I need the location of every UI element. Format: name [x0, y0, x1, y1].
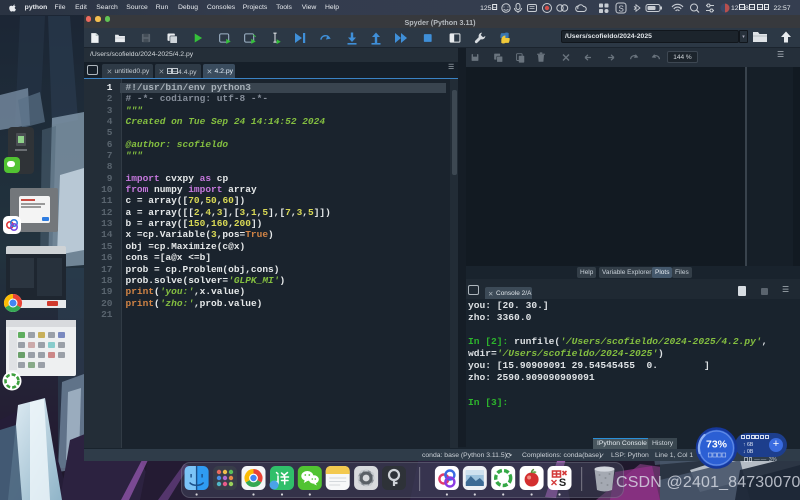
svg-text:73%: 73%	[706, 439, 728, 451]
svg-text:S: S	[559, 477, 566, 489]
svg-text:S: S	[619, 5, 624, 14]
